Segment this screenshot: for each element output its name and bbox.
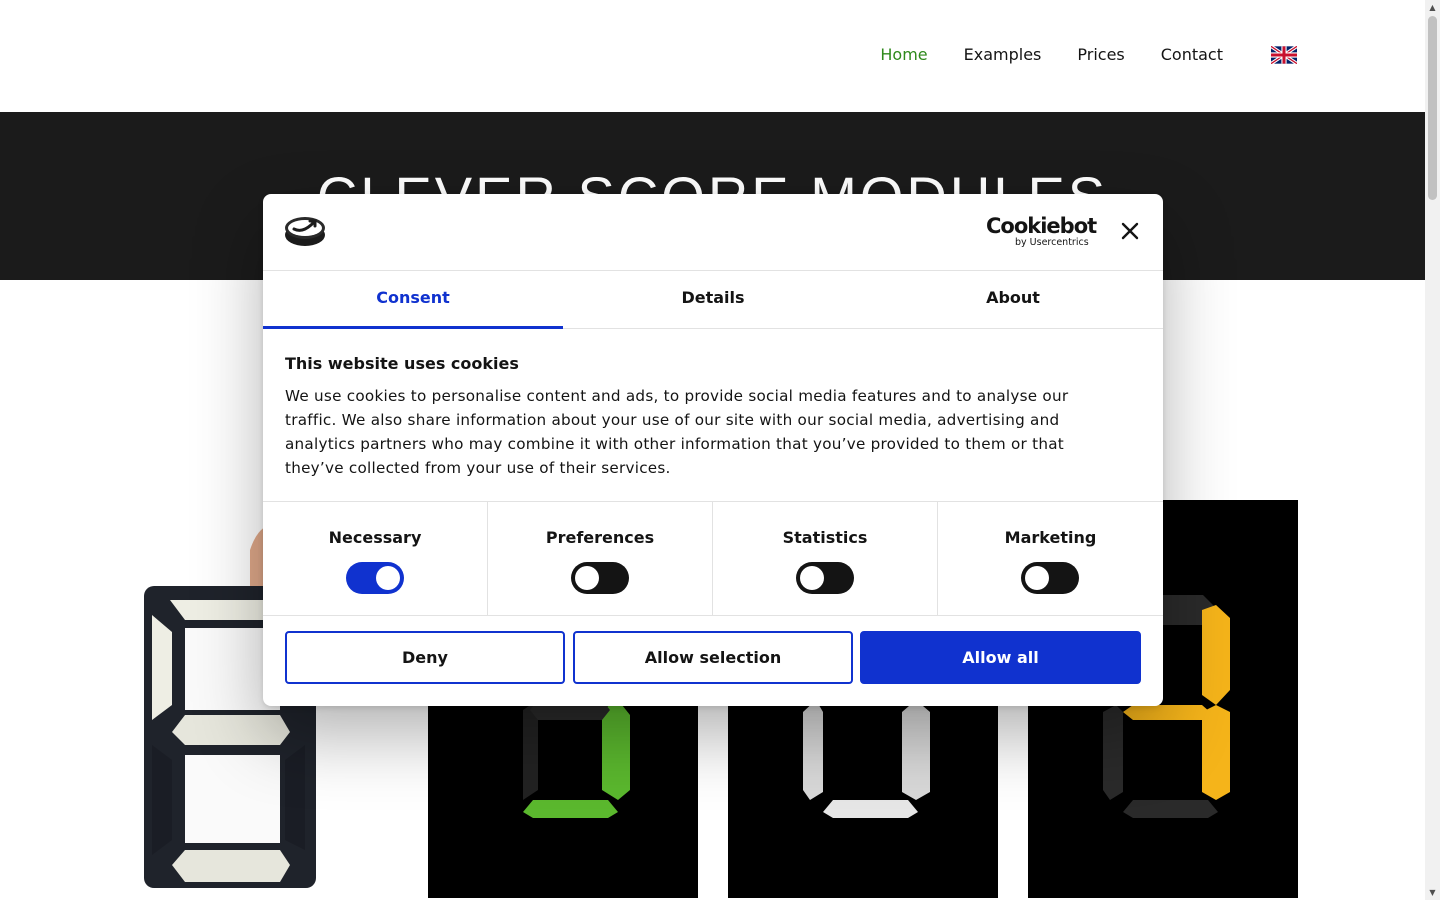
top-navigation: Home Examples Prices Contact (0, 0, 1425, 112)
toggle-marketing-switch[interactable] (1021, 562, 1079, 594)
cookiebot-brand-subtext: by Usercentrics (1015, 237, 1089, 248)
switch-knob (376, 566, 400, 590)
nav-prices-link[interactable]: Prices (1077, 44, 1124, 66)
toggle-marketing-group: Marketing (938, 502, 1163, 615)
toggle-statistics-group: Statistics (713, 502, 938, 615)
dialog-tabs: Consent Details About (263, 271, 1163, 329)
toggle-necessary-label: Necessary (328, 528, 422, 547)
cookie-consent-dialog: Cookiebot by Usercentrics Consent Detail… (263, 194, 1163, 706)
tab-consent[interactable]: Consent (263, 271, 563, 329)
close-icon[interactable] (1120, 221, 1140, 241)
nav-links: Home Examples Prices Contact (844, 44, 1297, 66)
toggle-necessary-group: Necessary (263, 502, 488, 615)
cookiebot-brand-text: Cookiebot (986, 214, 1097, 238)
tab-about[interactable]: About (863, 271, 1163, 329)
toggle-preferences-label: Preferences (545, 528, 655, 547)
nav-contact-link[interactable]: Contact (1161, 44, 1223, 66)
uk-flag-icon[interactable] (1271, 46, 1297, 64)
deny-button[interactable]: Deny (285, 631, 565, 684)
tab-details[interactable]: Details (563, 271, 863, 329)
dialog-heading: This website uses cookies (285, 354, 519, 373)
toggle-preferences-switch[interactable] (571, 562, 629, 594)
toggle-statistics-label: Statistics (782, 528, 868, 547)
nav-examples-link[interactable]: Examples (964, 44, 1042, 66)
toggle-necessary-switch[interactable] (346, 562, 404, 594)
scroll-up-arrow-icon[interactable]: ▲ (1428, 3, 1437, 12)
scroll-down-arrow-icon[interactable]: ▼ (1428, 888, 1437, 897)
switch-knob (1025, 566, 1049, 590)
toggle-statistics-switch[interactable] (796, 562, 854, 594)
dialog-buttons: Deny Allow selection Allow all (285, 631, 1141, 684)
dialog-body-text: We use cookies to personalise content an… (285, 387, 1069, 477)
page-scrollbar[interactable]: ▲ ▼ (1425, 0, 1440, 900)
toggle-preferences-group: Preferences (488, 502, 713, 615)
toggle-marketing-label: Marketing (1004, 528, 1097, 547)
scroll-thumb[interactable] (1428, 16, 1437, 200)
switch-knob (575, 566, 599, 590)
dialog-header: Cookiebot by Usercentrics (263, 194, 1163, 271)
consent-toggles: Necessary Preferences Statistics Marketi… (263, 501, 1163, 616)
allow-all-button[interactable]: Allow all (860, 631, 1141, 684)
site-logo-icon (285, 217, 325, 246)
cookiebot-logo[interactable]: Cookiebot by Usercentrics (986, 214, 1097, 248)
nav-home-link[interactable]: Home (880, 44, 927, 66)
switch-knob (800, 566, 824, 590)
allow-selection-button[interactable]: Allow selection (573, 631, 853, 684)
